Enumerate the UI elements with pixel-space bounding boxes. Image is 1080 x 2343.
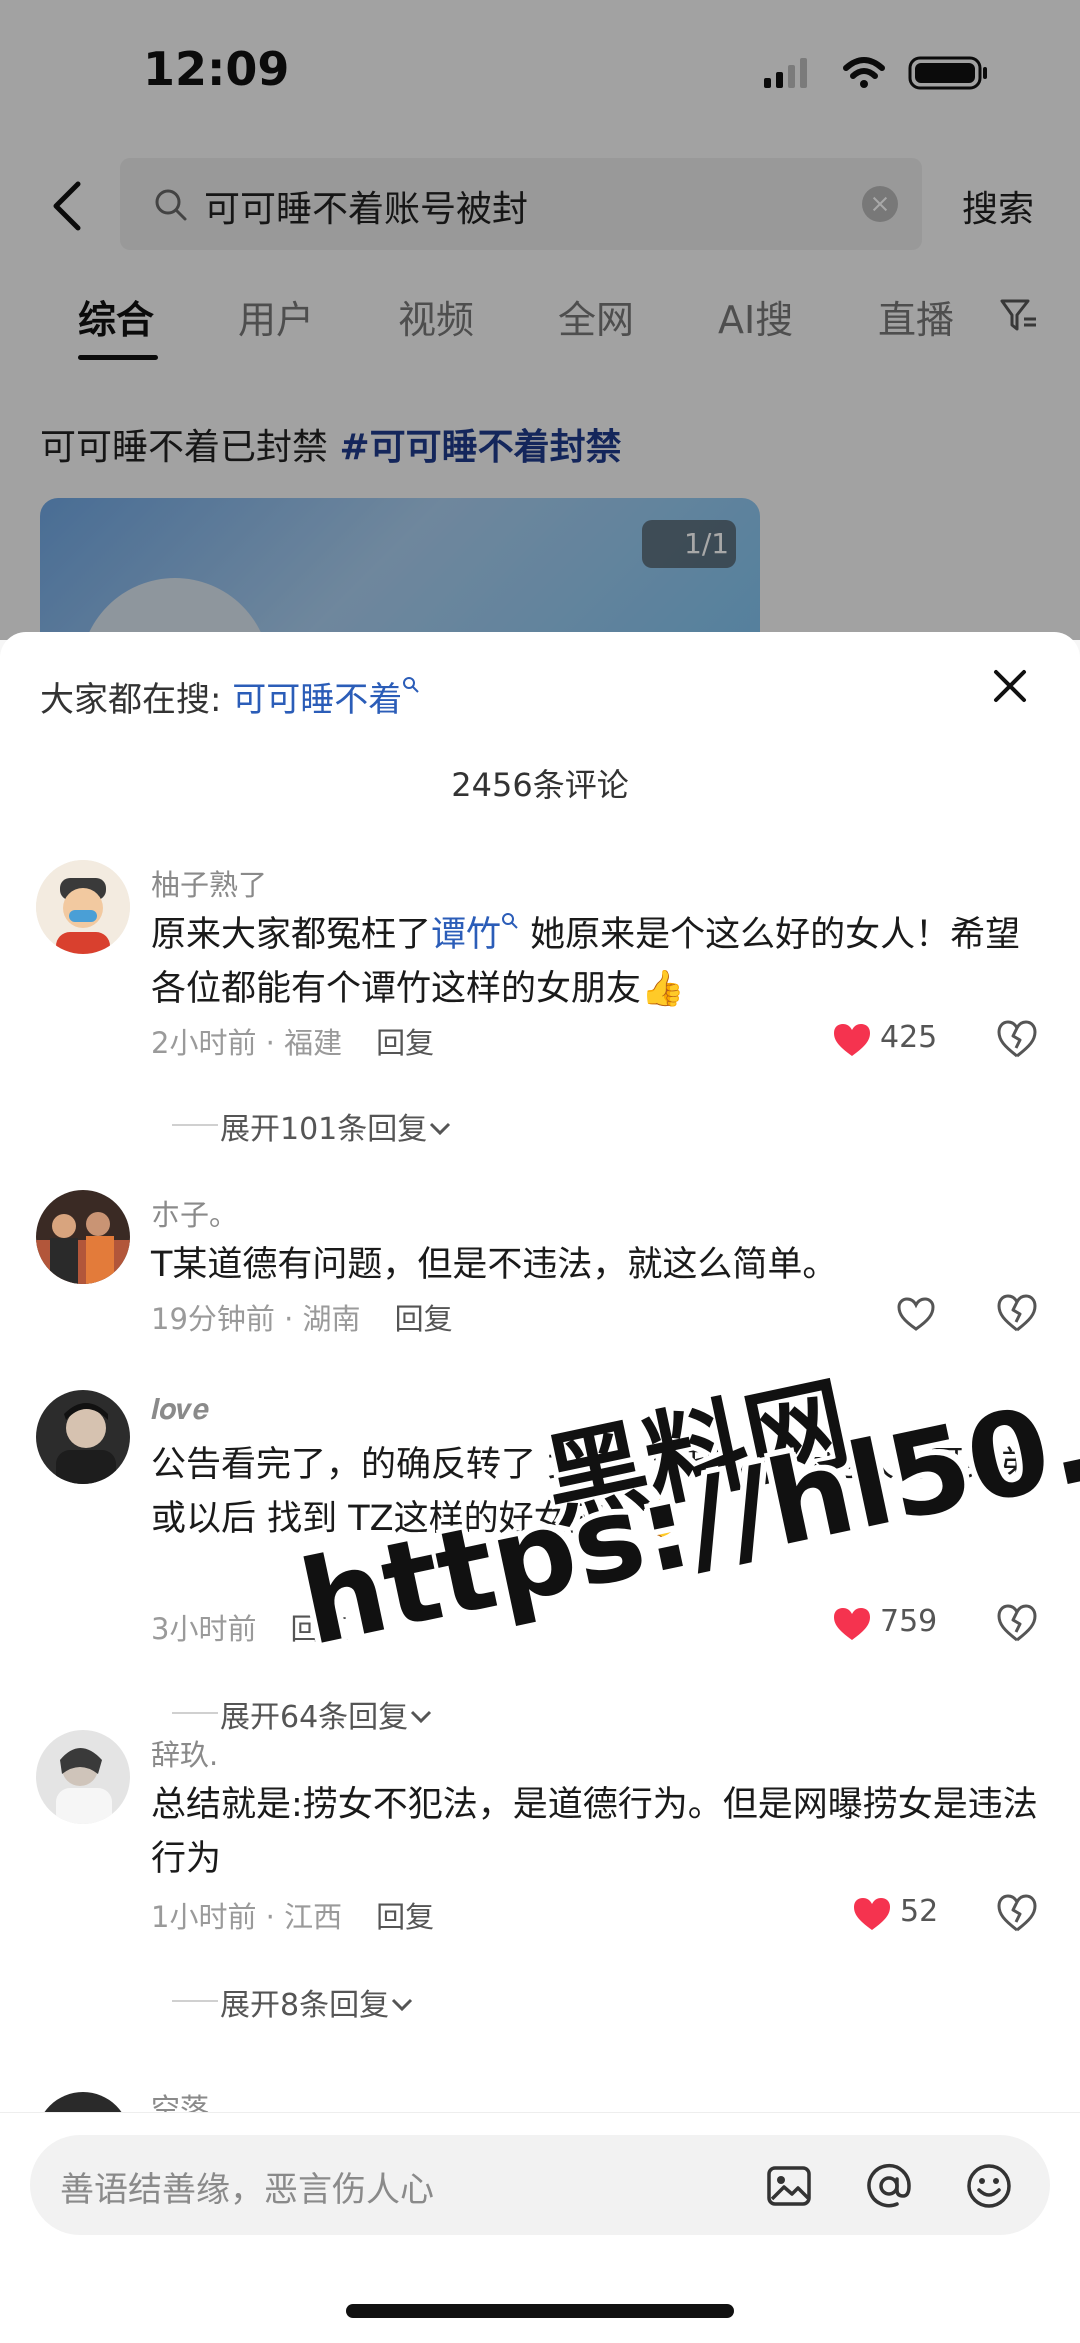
comment-time: 1小时前 · 江西 <box>151 1900 343 1934</box>
comment-text: 原来大家都冤枉了谭竹 她原来是个这么好的女人！希望各位都能有个谭竹这样的女朋友👍 <box>151 908 1041 1016</box>
like-count: 425 <box>880 1020 938 1055</box>
like-count: 52 <box>900 1894 939 1929</box>
comment-item: 柚子熟了 原来大家都冤枉了谭竹 她原来是个这么好的女人！希望各位都能有个谭竹这样… <box>0 860 1080 1190</box>
avatar[interactable] <box>36 1390 130 1484</box>
broken-heart-icon[interactable] <box>996 1602 1038 1644</box>
comment-text: T某道德有问题，但是不违法，就这么简单。 <box>151 1238 1041 1292</box>
comment-meta: 2小时前 · 福建 回复 <box>151 1020 434 1062</box>
comment-username[interactable]: 𝒍𝒐𝒗𝒆 <box>151 1392 209 1427</box>
broken-heart-icon[interactable] <box>996 1292 1038 1334</box>
expand-divider <box>172 1124 218 1126</box>
comment-text-part: 总结就是:捞女不犯法，是道德行为。但是网曝捞女是违法行为 <box>151 1785 1038 1879</box>
comment-keyword-text: 谭竹 <box>431 915 502 955</box>
comment-item: 辞玖. 总结就是:捞女不犯法，是道德行为。但是网曝捞女是违法行为 1小时前 · … <box>0 1730 1080 2060</box>
reply-button[interactable]: 回复 <box>376 1026 434 1060</box>
emoji-icon[interactable] <box>964 2161 1014 2211</box>
broken-heart-icon[interactable] <box>996 1892 1038 1934</box>
image-icon[interactable] <box>764 2161 814 2211</box>
comment-meta: 19分钟前 · 湖南 回复 <box>151 1296 453 1338</box>
mention-icon[interactable] <box>864 2161 914 2211</box>
trending-query-link[interactable]: 可可睡不着 <box>232 677 420 720</box>
comment-text-part: T某道德有问题，但是不违法，就这么简单。 <box>151 1245 838 1285</box>
chevron-down-icon <box>411 1710 432 1724</box>
avatar[interactable] <box>36 1730 130 1824</box>
expand-replies-text: 展开8条回复 <box>220 1988 390 2023</box>
like-count: 759 <box>880 1604 938 1639</box>
comment-username[interactable]: 朩子。 <box>151 1192 238 1234</box>
comment-time: 2小时前 · 福建 <box>151 1026 343 1060</box>
heart-filled-icon[interactable] <box>832 1020 872 1060</box>
comment-input-placeholder: 善语结善缘，恶言伤人心 <box>60 2170 434 2210</box>
chevron-down-icon <box>430 1122 451 1136</box>
comment-count: 2456条评论 <box>451 766 629 804</box>
avatar[interactable] <box>36 1190 130 1284</box>
heart-outline-icon[interactable] <box>896 1294 936 1334</box>
search-icon <box>502 913 518 929</box>
reply-button[interactable]: 回复 <box>395 1302 453 1336</box>
chevron-down-icon <box>392 1998 413 2012</box>
search-icon <box>403 677 419 693</box>
avatar[interactable] <box>36 860 130 954</box>
home-indicator <box>346 2304 734 2318</box>
heart-filled-icon[interactable] <box>852 1894 892 1934</box>
expand-divider <box>172 1712 218 1714</box>
comment-meta: 1小时前 · 江西 回复 <box>151 1894 434 1936</box>
comment-username[interactable]: 辞玖. <box>151 1732 218 1774</box>
close-icon[interactable] <box>990 666 1030 706</box>
comment-time: 3小时前 <box>151 1612 257 1646</box>
expand-replies-button[interactable]: 展开101条回复 <box>220 1104 453 1148</box>
expand-replies-button[interactable]: 展开8条回复 <box>220 1980 415 2024</box>
comment-text: 总结就是:捞女不犯法，是道德行为。但是网曝捞女是违法行为 <box>151 1778 1041 1886</box>
comment-item: 朩子。 T某道德有问题，但是不违法，就这么简单。 19分钟前 · 湖南 回复 <box>0 1190 1080 1400</box>
comment-input[interactable]: 善语结善缘，恶言伤人心 <box>30 2135 1050 2235</box>
trending-prefix: 大家都在搜: <box>40 680 222 720</box>
comment-username[interactable]: 柚子熟了 <box>151 862 267 904</box>
comment-text-part: 原来大家都冤枉了 <box>151 915 432 955</box>
reply-button[interactable]: 回复 <box>376 1900 434 1934</box>
trending-search: 大家都在搜: 可可睡不着 <box>40 672 420 721</box>
comment-time: 19分钟前 · 湖南 <box>151 1302 361 1336</box>
heart-filled-icon[interactable] <box>832 1604 872 1644</box>
dim-overlay[interactable] <box>0 0 1080 640</box>
expand-replies-text: 展开101条回复 <box>220 1112 428 1147</box>
trending-query-text: 可可睡不着 <box>232 680 403 720</box>
broken-heart-icon[interactable] <box>996 1018 1038 1060</box>
comment-keyword-link[interactable]: 谭竹 <box>431 913 519 955</box>
expand-divider <box>172 2000 218 2002</box>
